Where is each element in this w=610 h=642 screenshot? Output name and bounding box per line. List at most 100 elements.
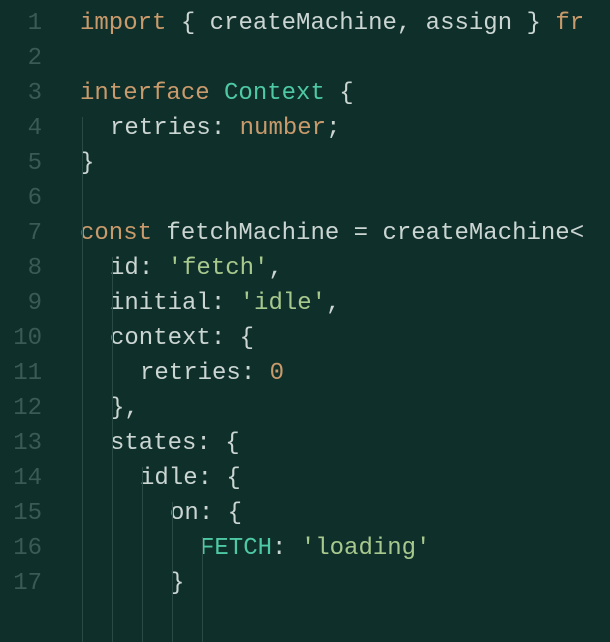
code-line[interactable]: [80, 41, 610, 76]
line-number: 4: [0, 111, 42, 146]
line-number: 17: [0, 566, 42, 601]
line-number: 10: [0, 321, 42, 356]
token: ,: [397, 10, 411, 37]
token: states: [110, 430, 196, 457]
token: [325, 80, 339, 107]
token: {: [240, 325, 254, 352]
code-line[interactable]: idle: {: [80, 461, 610, 496]
token: [166, 10, 180, 37]
line-number: 16: [0, 531, 42, 566]
token: :: [139, 255, 153, 282]
code-line[interactable]: },: [80, 391, 610, 426]
token: [541, 10, 555, 37]
token: const: [80, 220, 152, 247]
line-number: 9: [0, 286, 42, 321]
code-line[interactable]: import { createMachine, assign } fr: [80, 6, 610, 41]
token: [368, 220, 382, 247]
token: ;: [326, 115, 340, 142]
token: [212, 465, 226, 492]
indent-guide: [172, 502, 173, 642]
token: [225, 325, 239, 352]
token: [225, 115, 239, 142]
token: [211, 430, 225, 457]
token: :: [211, 325, 225, 352]
line-number: 11: [0, 356, 42, 391]
indent-guide: [202, 537, 203, 642]
token: retries: [110, 115, 211, 142]
line-number: 8: [0, 251, 42, 286]
code-line[interactable]: }: [80, 146, 610, 181]
code-line[interactable]: id: 'fetch',: [80, 251, 610, 286]
token: createMachine: [382, 220, 569, 247]
token: }: [527, 10, 541, 37]
token: <: [570, 220, 584, 247]
token: 'loading': [301, 535, 431, 562]
code-line[interactable]: states: {: [80, 426, 610, 461]
code-line[interactable]: const fetchMachine = createMachine<: [80, 216, 610, 251]
token: Context: [224, 80, 325, 107]
token: idle: [140, 465, 198, 492]
token: [286, 535, 300, 562]
line-number: 14: [0, 461, 42, 496]
token: {: [339, 80, 353, 107]
token: {: [181, 10, 195, 37]
token: :: [272, 535, 286, 562]
token: :: [211, 290, 225, 317]
token: 'fetch': [168, 255, 269, 282]
token: createMachine: [195, 10, 397, 37]
token: {: [228, 500, 242, 527]
token: ,: [268, 255, 282, 282]
token: {: [225, 430, 239, 457]
code-line[interactable]: retries: number;: [80, 111, 610, 146]
code-line[interactable]: retries: 0: [80, 356, 610, 391]
indent-guide: [82, 117, 83, 642]
token: ,: [326, 290, 340, 317]
line-number: 1: [0, 6, 42, 41]
token: assign: [411, 10, 526, 37]
line-number: 6: [0, 181, 42, 216]
code-line[interactable]: initial: 'idle',: [80, 286, 610, 321]
token: :: [241, 360, 255, 387]
token: import: [80, 10, 166, 37]
code-editor[interactable]: 1234567891011121314151617 import { creat…: [0, 0, 610, 610]
token: retries: [140, 360, 241, 387]
code-line[interactable]: interface Context {: [80, 76, 610, 111]
token: [213, 500, 227, 527]
token: [339, 220, 353, 247]
token: id: [110, 255, 139, 282]
token: :: [196, 430, 210, 457]
token: number: [240, 115, 326, 142]
code-line[interactable]: }: [80, 566, 610, 601]
token: {: [226, 465, 240, 492]
indent-guide: [112, 257, 113, 642]
token: context: [110, 325, 211, 352]
token: =: [354, 220, 368, 247]
indent-guide: [142, 467, 143, 642]
line-number: 5: [0, 146, 42, 181]
line-number: 12: [0, 391, 42, 426]
token: [152, 220, 166, 247]
token: :: [211, 115, 225, 142]
code-line[interactable]: FETCH: 'loading': [80, 531, 610, 566]
line-number: 2: [0, 41, 42, 76]
code-line[interactable]: [80, 181, 610, 216]
token: [153, 255, 167, 282]
line-number: 15: [0, 496, 42, 531]
token: on: [170, 500, 199, 527]
line-number: 3: [0, 76, 42, 111]
code-line[interactable]: on: {: [80, 496, 610, 531]
line-number-gutter: 1234567891011121314151617: [0, 6, 60, 610]
token: fr: [555, 10, 584, 37]
token: [210, 80, 224, 107]
token: initial: [110, 290, 211, 317]
line-number: 7: [0, 216, 42, 251]
code-line[interactable]: context: {: [80, 321, 610, 356]
token: :: [198, 465, 212, 492]
token: ,: [124, 395, 138, 422]
line-number: 13: [0, 426, 42, 461]
token: 'idle': [240, 290, 326, 317]
token: fetchMachine: [166, 220, 339, 247]
token: :: [199, 500, 213, 527]
token: 0: [270, 360, 284, 387]
code-area[interactable]: import { createMachine, assign } fr inter…: [60, 6, 610, 610]
